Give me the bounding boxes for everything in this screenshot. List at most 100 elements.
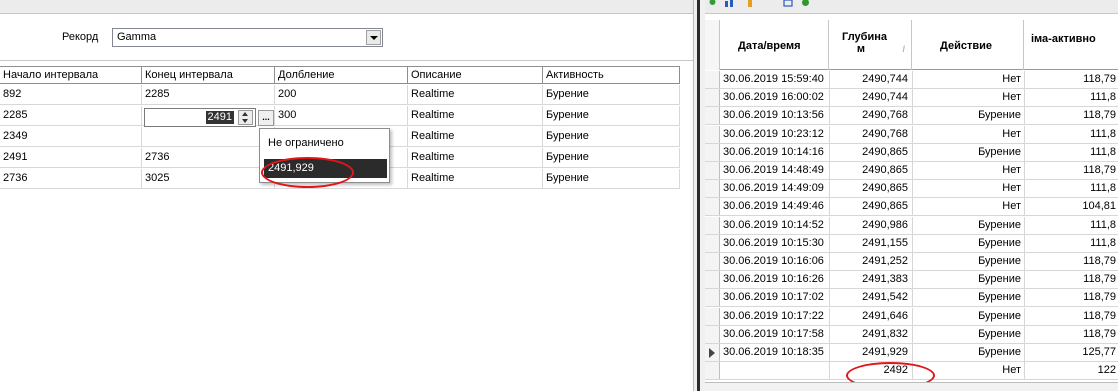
column-header-end[interactable]: Конец интервала bbox=[142, 66, 275, 84]
column-divider bbox=[1024, 144, 1025, 162]
cell-activity[interactable]: Бурение bbox=[543, 106, 680, 126]
column-header-activity[interactable]: іма-активно bbox=[1024, 20, 1118, 70]
table-row[interactable]: 30.06.2019 10:17:58 2491,832 Бурение 118,79 bbox=[705, 326, 1118, 344]
table-row[interactable]: 2492 Нет 122 bbox=[705, 362, 1118, 380]
cell-drilling[interactable]: 300 bbox=[275, 106, 408, 126]
cell-end[interactable]: 3025 bbox=[142, 169, 275, 189]
table-row[interactable]: 30.06.2019 10:14:16 2490,865 Бурение 111,8 bbox=[705, 144, 1118, 162]
table-row[interactable]: 30.06.2019 15:59:40 2490,744 Нет 118,79 bbox=[705, 71, 1118, 89]
column-divider bbox=[1024, 89, 1025, 107]
cell-depth: 2490,986 bbox=[862, 219, 908, 231]
copy-icon[interactable] bbox=[783, 0, 794, 9]
row-selector[interactable] bbox=[705, 217, 720, 234]
row-selector[interactable] bbox=[705, 126, 720, 143]
table-row[interactable]: 30.06.2019 10:17:02 2491,542 Бурение 118,79 bbox=[705, 289, 1118, 307]
row-selector[interactable] bbox=[705, 253, 720, 270]
column-header-description[interactable]: Описание bbox=[408, 66, 543, 84]
cell-depth: 2490,865 bbox=[862, 146, 908, 158]
row-selector[interactable] bbox=[705, 308, 720, 325]
add-icon[interactable] bbox=[800, 0, 811, 9]
refresh-icon[interactable] bbox=[707, 0, 718, 9]
ellipsis-button[interactable]: ... bbox=[258, 110, 274, 126]
row-selector[interactable] bbox=[705, 271, 720, 288]
cell-datetime: 30.06.2019 10:14:16 bbox=[723, 146, 824, 158]
cell-description[interactable]: Realtime bbox=[408, 85, 543, 105]
popup-option-value[interactable]: 2491,929 bbox=[264, 159, 387, 178]
record-selector-row: Рекорд Gamma bbox=[0, 27, 693, 49]
row-selector[interactable] bbox=[705, 344, 720, 361]
column-header-depth[interactable]: Глубина м / bbox=[829, 20, 912, 70]
cell-activity[interactable]: Бурение bbox=[543, 169, 680, 189]
cell-start[interactable]: 892 bbox=[0, 85, 142, 105]
cell-start[interactable]: 2285 bbox=[0, 106, 142, 126]
row-selector[interactable] bbox=[705, 89, 720, 106]
cell-activity[interactable]: Бурение bbox=[543, 148, 680, 168]
cell-datetime: 30.06.2019 10:16:06 bbox=[723, 255, 824, 267]
column-divider bbox=[1024, 126, 1025, 144]
column-header-activity-label: іма-активно bbox=[1031, 33, 1096, 45]
table-row[interactable]: 30.06.2019 10:23:12 2490,768 Нет 111,8 bbox=[705, 126, 1118, 144]
table-row[interactable]: 30.06.2019 10:15:30 2491,155 Бурение 111,8 bbox=[705, 235, 1118, 253]
row-selector[interactable] bbox=[705, 144, 720, 161]
cell-activity: 111,8 bbox=[1090, 91, 1116, 103]
column-header-activity[interactable]: Активность bbox=[543, 66, 680, 84]
flag-icon[interactable] bbox=[745, 0, 756, 9]
table-row[interactable]: 30.06.2019 16:00:02 2490,744 Нет 111,8 bbox=[705, 89, 1118, 107]
table-row[interactable]: 30.06.2019 14:48:49 2490,865 Нет 118,79 bbox=[705, 162, 1118, 180]
cell-activity[interactable]: Бурение bbox=[543, 85, 680, 105]
column-header-start[interactable]: Начало интервала bbox=[0, 66, 142, 84]
column-divider bbox=[829, 271, 830, 289]
column-header-datetime[interactable]: Дата/время bbox=[720, 20, 829, 70]
table-row[interactable]: 30.06.2019 10:18:35 2491,929 Бурение 125,77 bbox=[705, 344, 1118, 362]
cell-action: Бурение bbox=[978, 310, 1021, 322]
cell-end[interactable]: 2736 bbox=[142, 148, 275, 168]
chart-icon[interactable] bbox=[724, 0, 735, 9]
cell-description[interactable]: Realtime bbox=[408, 148, 543, 168]
cell-action: Бурение bbox=[978, 346, 1021, 358]
cell-start[interactable]: 2349 bbox=[0, 127, 142, 147]
row-selector[interactable] bbox=[705, 107, 720, 124]
column-header-action[interactable]: Действие bbox=[912, 20, 1024, 70]
row-selector[interactable] bbox=[705, 71, 720, 88]
column-divider bbox=[1024, 362, 1025, 380]
cell-end[interactable] bbox=[142, 127, 275, 147]
cell-drilling[interactable]: 200 bbox=[275, 85, 408, 105]
splitter[interactable] bbox=[693, 0, 705, 391]
record-combobox[interactable]: Gamma bbox=[112, 28, 383, 47]
cell-description[interactable]: Realtime bbox=[408, 169, 543, 189]
column-divider bbox=[1024, 198, 1025, 216]
column-divider bbox=[912, 308, 913, 326]
column-header-drilling[interactable]: Долбление bbox=[275, 66, 408, 84]
table-row[interactable]: 30.06.2019 14:49:09 2490,865 Нет 111,8 bbox=[705, 180, 1118, 198]
end-interval-editor-value[interactable]: 2491 bbox=[205, 111, 234, 124]
row-selector[interactable] bbox=[705, 235, 720, 252]
cell-end[interactable]: 2285 bbox=[142, 85, 275, 105]
row-selector[interactable] bbox=[705, 162, 720, 179]
column-divider bbox=[1024, 308, 1025, 326]
cell-activity[interactable]: Бурение bbox=[543, 127, 680, 147]
table-row[interactable]: 30.06.2019 10:14:52 2490,986 Бурение 111,8 bbox=[705, 217, 1118, 235]
row-selector[interactable] bbox=[705, 180, 720, 197]
cell-activity: 118,79 bbox=[1083, 273, 1116, 285]
popup-option-unlimited[interactable]: Не ограничено bbox=[268, 137, 344, 149]
end-interval-editor[interactable]: 2491 bbox=[144, 108, 256, 127]
row-selector[interactable] bbox=[705, 362, 720, 379]
table-row[interactable]: 30.06.2019 10:16:26 2491,383 Бурение 118,79 bbox=[705, 271, 1118, 289]
chevron-down-icon[interactable] bbox=[366, 30, 381, 45]
row-selector[interactable] bbox=[705, 326, 720, 343]
row-selector[interactable] bbox=[705, 289, 720, 306]
cell-description[interactable]: Realtime bbox=[408, 127, 543, 147]
spin-updown-icon[interactable] bbox=[238, 110, 253, 125]
cell-start[interactable]: 2736 bbox=[0, 169, 142, 189]
cell-activity: 111,8 bbox=[1090, 182, 1116, 194]
table-row[interactable]: 30.06.2019 10:13:56 2490,768 Бурение 118,79 bbox=[705, 107, 1118, 125]
cell-start[interactable]: 2491 bbox=[0, 148, 142, 168]
table-row[interactable]: 30.06.2019 14:49:46 2490,865 Нет 104,81 bbox=[705, 198, 1118, 216]
table-row[interactable]: 30.06.2019 10:16:06 2491,252 Бурение 118,79 bbox=[705, 253, 1118, 271]
column-divider bbox=[912, 71, 913, 89]
column-divider bbox=[829, 198, 830, 216]
table-row[interactable]: 30.06.2019 10:17:22 2491,646 Бурение 118,79 bbox=[705, 308, 1118, 326]
cell-description[interactable]: Realtime bbox=[408, 106, 543, 126]
row-selector[interactable] bbox=[705, 198, 720, 215]
column-divider bbox=[829, 217, 830, 235]
